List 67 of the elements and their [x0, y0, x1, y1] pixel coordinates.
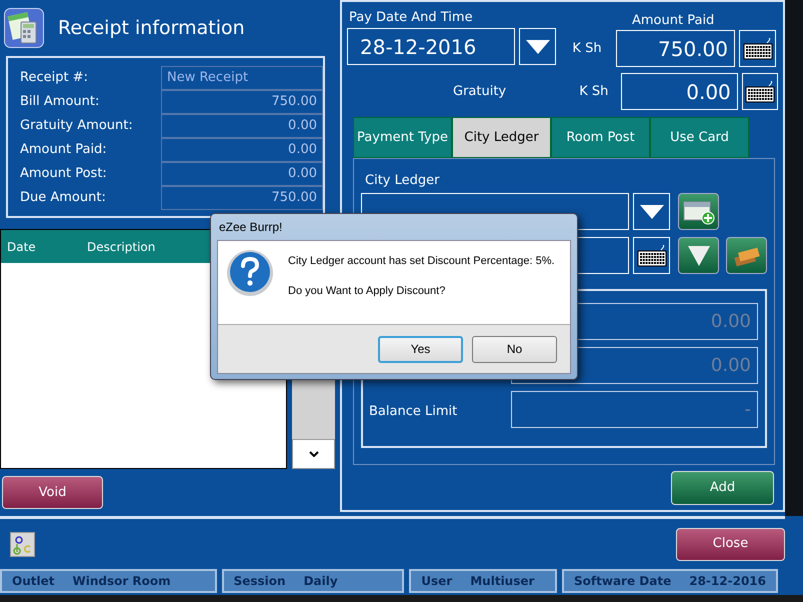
dialog-question: Do you Want to Apply Discount? [288, 284, 446, 298]
status-value: Multiuser [470, 573, 534, 590]
info-value: New Receipt [161, 66, 323, 90]
currency-label: K Sh [578, 82, 610, 101]
amount-field: - [511, 391, 758, 428]
question-icon [226, 249, 274, 297]
info-value: 0.00 [161, 114, 323, 138]
tab[interactable]: Room Post [551, 117, 650, 158]
field-label: Bill Amount: [20, 93, 100, 112]
keyboard-button[interactable] [742, 73, 778, 110]
close-button[interactable]: Close [676, 528, 785, 560]
void-button[interactable]: Void [2, 476, 103, 509]
dropdown-button[interactable] [519, 28, 556, 65]
chevron-down-icon [308, 451, 318, 457]
field-label: Amount Post: [20, 165, 108, 184]
info-value: 750.00 [161, 90, 323, 114]
scroll-down-button[interactable] [292, 439, 335, 469]
dialog-message: City Ledger account has set Discount Percentage: 5%. [288, 254, 555, 269]
cards-icon [732, 244, 760, 266]
field-label: Amount Paid [631, 12, 716, 30]
keyboard-icon [636, 244, 666, 266]
date-field[interactable]: 28-12-2016 [347, 28, 515, 65]
amount-paid-field[interactable]: 750.00 [616, 30, 735, 67]
dialog-title: eZee Burrp! [218, 219, 284, 236]
field-label: Gratuity [453, 82, 508, 101]
gratuity-field[interactable]: 0.00 [621, 73, 738, 110]
keyboard-button[interactable] [633, 237, 670, 274]
status-label: Software Date [574, 573, 672, 590]
add-account-button[interactable] [678, 193, 719, 230]
card-button[interactable] [726, 237, 767, 274]
field-label: Due Amount: [20, 189, 107, 208]
field-label: Pay Date And Time [348, 9, 474, 27]
caret-icon [640, 204, 664, 218]
info-value: 750.00 [161, 186, 323, 210]
window-title: Receipt information [58, 16, 245, 41]
spellcheck-icon [10, 532, 35, 556]
calendar-add-icon [682, 198, 714, 224]
info-value: 0.00 [161, 138, 323, 162]
column-header: Date [6, 238, 37, 256]
tab[interactable]: Payment Type [353, 117, 452, 158]
keyboard-icon [744, 80, 775, 102]
dialog-button[interactable]: No [472, 336, 557, 362]
triangle-down-icon [688, 246, 710, 266]
status-label: Session [234, 573, 286, 590]
keyboard-icon [742, 38, 772, 60]
dialog-button[interactable]: Yes [378, 336, 463, 362]
keyboard-button[interactable] [739, 30, 776, 67]
status-label: User [421, 573, 452, 590]
currency-label: K Sh [571, 40, 603, 58]
status-value: Daily [304, 573, 338, 590]
dropdown-button[interactable] [633, 193, 670, 230]
field-label: Gratuity Amount: [20, 117, 134, 136]
tab[interactable]: Use Card [650, 117, 749, 158]
field-label: Receipt #: [20, 69, 89, 88]
tab[interactable]: City Ledger [452, 117, 551, 158]
receipt-calculator-icon [4, 8, 44, 48]
info-value: 0.00 [161, 162, 323, 186]
field-label: City Ledger [364, 172, 440, 190]
field-label: Balance Limit [369, 404, 458, 418]
down-button[interactable] [678, 237, 719, 274]
status-value: 28-12-2016 [689, 573, 766, 590]
column-header: Description [87, 238, 156, 256]
caret-icon [526, 40, 550, 54]
status-label: Outlet [12, 573, 54, 590]
field-label: Amount Paid: [20, 141, 108, 160]
status-value: Windsor Room [72, 573, 171, 590]
add-button[interactable]: Add [671, 471, 774, 505]
